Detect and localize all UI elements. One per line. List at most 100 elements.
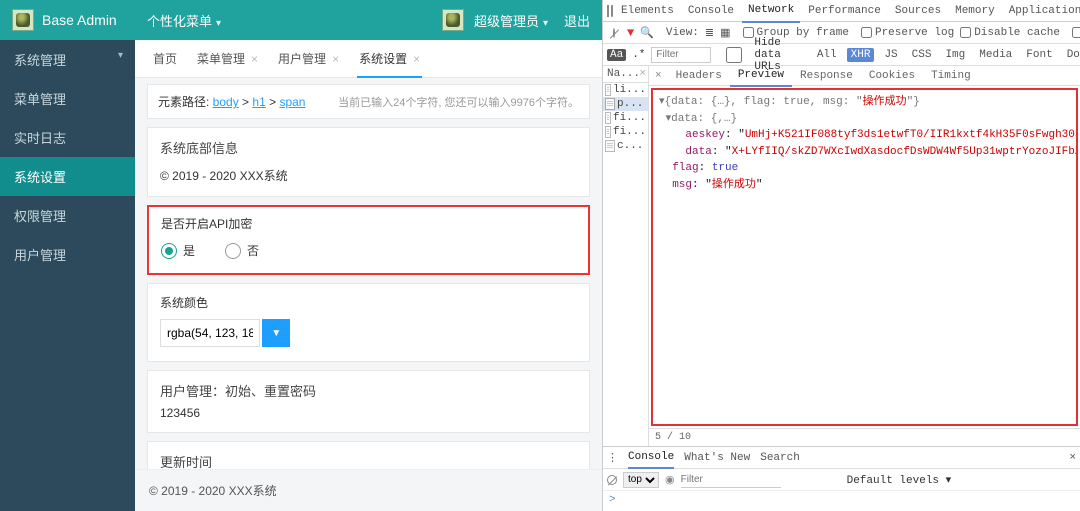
disable-cache[interactable]: Disable cache bbox=[960, 27, 1060, 39]
topbar: Base Admin 个性化菜单 超级管理员 退出 bbox=[0, 0, 602, 40]
offline[interactable]: Offline bbox=[1072, 27, 1080, 39]
user-menu[interactable]: 超级管理员 bbox=[474, 11, 548, 30]
brand: Base Admin bbox=[42, 12, 117, 28]
close-detail-icon[interactable]: × bbox=[649, 70, 668, 82]
preserve-log[interactable]: Preserve log bbox=[861, 27, 954, 39]
close-icon[interactable]: × bbox=[251, 40, 258, 78]
dt-tab-elements[interactable]: Elements bbox=[615, 0, 680, 22]
path-panel: 元素路径: body > h1 > span 当前已输入24个字符, 您还可以输… bbox=[147, 84, 590, 119]
dt-tab-performance[interactable]: Performance bbox=[802, 0, 887, 22]
path-h1[interactable]: h1 bbox=[252, 95, 265, 109]
dt-tab-memory[interactable]: Memory bbox=[949, 0, 1001, 22]
type-js[interactable]: JS bbox=[880, 48, 901, 62]
logout-link[interactable]: 退出 bbox=[564, 11, 590, 30]
regex-icon[interactable]: .* bbox=[632, 49, 645, 61]
request-row[interactable]: p... bbox=[603, 97, 648, 111]
context-select[interactable]: top bbox=[623, 472, 659, 488]
color-picker-button[interactable]: ▼ bbox=[262, 319, 290, 347]
sidebar-item-system[interactable]: 系统管理 bbox=[0, 40, 135, 79]
device-icon[interactable] bbox=[611, 5, 613, 17]
sidebar-item-user[interactable]: 用户管理 bbox=[0, 235, 135, 274]
subtab-timing[interactable]: Timing bbox=[923, 66, 979, 86]
sidebar-item-log[interactable]: 实时日志 bbox=[0, 118, 135, 157]
request-row[interactable]: li... bbox=[603, 83, 648, 97]
search-icon[interactable]: 🔍 bbox=[640, 26, 654, 40]
close-icon[interactable]: × bbox=[413, 40, 420, 78]
tab-settings[interactable]: 系统设置× bbox=[349, 40, 430, 78]
request-row[interactable]: fi... bbox=[603, 125, 648, 139]
sidebar: 系统管理 菜单管理 实时日志 系统设置 权限管理 用户管理 bbox=[0, 40, 135, 511]
names-header[interactable]: Na... bbox=[603, 66, 648, 83]
drawer-whatsnew[interactable]: What's New bbox=[684, 452, 750, 464]
devtools: Elements Console Network Performance Sou… bbox=[602, 0, 1080, 511]
type-all[interactable]: All bbox=[813, 48, 841, 62]
color-label: 系统颜色 bbox=[160, 294, 577, 311]
updated-label: 更新时间 bbox=[148, 442, 589, 469]
console-drawer-icon[interactable]: ⋮ bbox=[607, 451, 618, 465]
subtab-cookies[interactable]: Cookies bbox=[861, 66, 923, 86]
tabs: 首页 菜单管理× 用户管理× 系统设置× bbox=[135, 40, 602, 78]
subtab-response[interactable]: Response bbox=[792, 66, 861, 86]
request-row[interactable]: fi... bbox=[603, 111, 648, 125]
file-icon bbox=[605, 84, 611, 96]
type-font[interactable]: Font bbox=[1022, 48, 1056, 62]
logo-icon bbox=[12, 9, 34, 31]
drawer-close-icon[interactable]: × bbox=[1069, 452, 1076, 464]
api-encrypt-block: 是否开启API加密 是 否 bbox=[147, 205, 590, 275]
tab-home[interactable]: 首页 bbox=[143, 40, 187, 78]
char-hint: 当前已输入24个字符, 您还可以输入9976个字符。 bbox=[338, 94, 579, 110]
sidebar-item-perm[interactable]: 权限管理 bbox=[0, 196, 135, 235]
type-xhr[interactable]: XHR bbox=[847, 48, 875, 62]
tab-user[interactable]: 用户管理× bbox=[268, 40, 349, 78]
radio-off-icon bbox=[225, 243, 241, 259]
file-icon bbox=[605, 98, 615, 110]
type-css[interactable]: CSS bbox=[908, 48, 936, 62]
pwd-label: 用户管理：初始、重置密码 bbox=[148, 371, 589, 406]
view-list-icon[interactable]: ≣ bbox=[705, 26, 714, 40]
sidebar-item-settings[interactable]: 系统设置 bbox=[0, 157, 135, 196]
tab-menu[interactable]: 菜单管理× bbox=[187, 40, 268, 78]
file-icon bbox=[605, 140, 615, 152]
type-img[interactable]: Img bbox=[941, 48, 969, 62]
request-count: 5 / 10 bbox=[649, 428, 1080, 446]
api-encrypt-label: 是否开启API加密 bbox=[161, 215, 576, 232]
file-icon bbox=[605, 126, 611, 138]
personalize-menu[interactable]: 个性化菜单 bbox=[147, 11, 221, 30]
dt-tab-network[interactable]: Network bbox=[742, 0, 800, 23]
close-icon[interactable]: × bbox=[332, 40, 339, 78]
path-span[interactable]: span bbox=[279, 95, 305, 109]
preview-body[interactable]: ▾{data: {…}, flag: true, msg: "操作成功"} ▾d… bbox=[651, 88, 1078, 426]
dt-tab-application[interactable]: Application bbox=[1003, 0, 1080, 22]
filter-icon[interactable]: ▼ bbox=[627, 26, 634, 40]
eye-icon[interactable]: ◉ bbox=[665, 473, 675, 487]
sidebar-item-menu[interactable]: 菜单管理 bbox=[0, 79, 135, 118]
file-icon bbox=[605, 112, 611, 124]
drawer-search[interactable]: Search bbox=[760, 452, 800, 464]
levels-select[interactable]: Default levels ▾ bbox=[847, 473, 952, 487]
avatar[interactable] bbox=[442, 9, 464, 31]
pwd-value: 123456 bbox=[148, 406, 589, 432]
path-body[interactable]: body bbox=[213, 95, 239, 109]
console-prompt[interactable]: > bbox=[603, 491, 1080, 511]
radio-on-icon bbox=[161, 243, 177, 259]
radio-yes[interactable]: 是 bbox=[161, 242, 195, 259]
drawer-console[interactable]: Console bbox=[628, 447, 674, 469]
console-clear-icon[interactable] bbox=[607, 475, 617, 485]
console-filter-input[interactable] bbox=[681, 472, 781, 488]
footer-info-label: 系统底部信息 bbox=[148, 128, 589, 163]
request-row[interactable]: c... bbox=[603, 139, 648, 153]
type-doc[interactable]: Doc bbox=[1063, 48, 1080, 62]
match-case-icon[interactable]: Aa bbox=[607, 49, 626, 61]
subtab-headers[interactable]: Headers bbox=[668, 66, 730, 86]
color-input[interactable] bbox=[160, 319, 260, 347]
filter-input[interactable] bbox=[651, 47, 711, 63]
inspect-icon[interactable] bbox=[607, 5, 609, 17]
radio-no[interactable]: 否 bbox=[225, 242, 259, 259]
page-footer: © 2019 - 2020 XXX系统 bbox=[135, 469, 602, 511]
dt-tab-console[interactable]: Console bbox=[682, 0, 740, 22]
subtab-preview[interactable]: Preview bbox=[730, 65, 792, 87]
clear-icon[interactable] bbox=[613, 28, 615, 38]
footer-info-value: © 2019 - 2020 XXX系统 bbox=[148, 163, 589, 196]
dt-tab-sources[interactable]: Sources bbox=[889, 0, 947, 22]
type-media[interactable]: Media bbox=[975, 48, 1016, 62]
